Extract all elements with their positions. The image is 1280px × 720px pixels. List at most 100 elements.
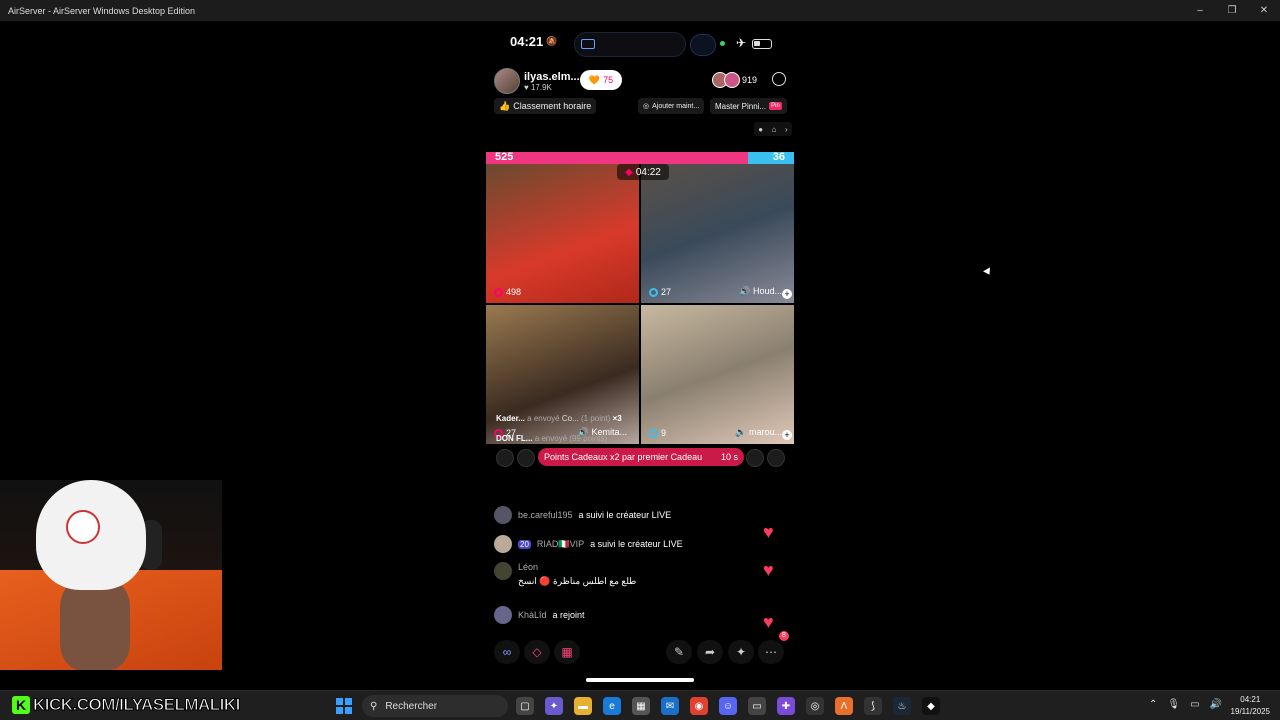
follow-button[interactable]: 🧡 75: [580, 70, 622, 90]
guest-tile[interactable]: 27 🔊 Houd... +: [641, 164, 794, 303]
home-icon: ⌂: [771, 124, 777, 134]
gift-detail: Co...: [561, 414, 579, 423]
chat-message[interactable]: Léon طلع مع اطلس مناظرة 🔴 انسخ: [494, 562, 636, 587]
search-icon: ⚲: [370, 700, 378, 712]
close-button[interactable]: ✕: [1248, 0, 1280, 21]
guest-tile[interactable]: 9 🔊 marou... +: [641, 305, 794, 444]
capcut-icon[interactable]: ◆: [922, 697, 940, 715]
bottom-toolbar: ∞ ◇ ▦ ✎ ➦ ✦ ⋯: [494, 640, 790, 664]
chat-user: be.careful195: [518, 510, 573, 520]
tile-score-value: 9: [661, 428, 667, 438]
chat-message[interactable]: be.careful195 a suivi le créateur LIVE: [494, 506, 671, 524]
screen-mirror-icon: [581, 39, 595, 49]
chat-user: Léon: [518, 562, 539, 572]
gifter-avatar[interactable]: [767, 449, 785, 467]
ranking-chip[interactable]: 👍 Classement horaire: [494, 98, 597, 114]
display-icon[interactable]: ▭: [1190, 699, 1199, 710]
chat-text: طلع مع اطلس مناظرة 🔴 انسخ: [518, 576, 637, 586]
host-name: ilyas.elm...: [524, 70, 580, 83]
follow-count: 75: [603, 75, 614, 85]
master-chip[interactable]: Master Pinni... Pin: [710, 98, 787, 114]
app2-icon[interactable]: ⟆: [864, 697, 882, 715]
steam-icon[interactable]: ♨: [893, 697, 911, 715]
clock-date: 19/11/2025: [1230, 707, 1270, 716]
plus-icon[interactable]: +: [782, 289, 792, 299]
home-indicator[interactable]: [586, 678, 694, 682]
gift-points: (1 point): [580, 414, 611, 423]
kick-logo: K: [12, 696, 30, 714]
tile-score: 27: [649, 287, 671, 297]
battle-icon[interactable]: ◇: [524, 640, 550, 664]
viewer-count[interactable]: 919: [712, 72, 757, 88]
more-icon[interactable]: ⋯: [758, 640, 784, 664]
link-icon[interactable]: ∞: [494, 640, 520, 664]
cap-logo: [66, 510, 100, 544]
copilot-icon[interactable]: ✦: [545, 697, 563, 715]
system-clock[interactable]: 04:21 19/11/2025: [1231, 694, 1270, 718]
gift-multiplier: ×3: [612, 414, 622, 423]
chevron-right-icon: ›: [785, 124, 788, 134]
utility-bar[interactable]: ● ⌂ ›: [754, 122, 792, 136]
tile-score: 9: [649, 428, 666, 438]
battle-timer-value: 04:22: [635, 166, 661, 178]
host-card[interactable]: ilyas.elm... ♥ 17.9K: [494, 68, 580, 94]
edge-icon[interactable]: e: [603, 697, 621, 715]
grid-icon[interactable]: ▦: [554, 640, 580, 664]
taskbar-search[interactable]: ⚲ Rechercher: [362, 695, 508, 717]
app-icon[interactable]: Λ: [835, 697, 853, 715]
window-titlebar: AirServer - AirServer Windows Desktop Ed…: [0, 0, 1280, 21]
magic-icon[interactable]: ✦: [728, 640, 754, 664]
tile-score-value: 498: [506, 287, 522, 297]
microphone-icon[interactable]: 🎙: [1167, 699, 1180, 710]
airplane-icon: ✈: [736, 36, 747, 50]
battery-icon: [752, 39, 772, 49]
tile-name: 🔊 marou...: [735, 427, 782, 437]
status-bar: 04:21 🔕: [510, 34, 557, 49]
battle-right-score: 36: [772, 151, 785, 163]
chat-user: KhàLîd: [518, 610, 547, 620]
gift-points: (99 points): [569, 434, 608, 443]
gifter-avatar[interactable]: [517, 449, 535, 467]
discord-icon[interactable]: ☺: [719, 697, 737, 715]
gift-line: DON FL... a envoyé (99 points): [496, 434, 607, 443]
volume-icon[interactable]: 🔊: [1210, 699, 1222, 710]
share-icon[interactable]: ➦: [697, 640, 723, 664]
file-explorer-icon[interactable]: ▬: [574, 697, 592, 715]
tile-name: 🔊 Houd...: [739, 286, 782, 296]
guest-tile[interactable]: 27 🔊 Kemita...: [486, 305, 639, 444]
hand-icon: 👍: [499, 100, 511, 111]
minimize-button[interactable]: –: [1184, 0, 1216, 21]
chevron-up-icon[interactable]: ⌃: [1149, 699, 1157, 710]
obs-icon[interactable]: ◎: [806, 697, 824, 715]
outlook-icon[interactable]: ✉: [661, 697, 679, 715]
promo-banner[interactable]: Points Cadeaux x2 par premier Cadeau 10 …: [538, 448, 744, 466]
comment-icon[interactable]: ✎: [666, 640, 692, 664]
heart-icon: ♥: [763, 612, 774, 632]
viewer-avatar: [724, 72, 740, 88]
airserver-icon[interactable]: ▭: [748, 697, 766, 715]
master-label: Master Pinni...: [715, 101, 767, 111]
host-avatar[interactable]: [494, 68, 520, 94]
gamepad-icon[interactable]: ✚: [777, 697, 795, 715]
gifter-avatar[interactable]: [496, 449, 514, 467]
windows-start-icon[interactable]: [336, 698, 352, 714]
task-view-icon[interactable]: ▢: [516, 697, 534, 715]
gifter-avatar[interactable]: [746, 449, 764, 467]
window-title: AirServer - AirServer Windows Desktop Ed…: [8, 5, 196, 16]
chat-text: a rejoint: [552, 610, 585, 620]
store-icon[interactable]: ▦: [632, 697, 650, 715]
battle-bar: 525 36: [486, 151, 794, 164]
plus-icon[interactable]: +: [782, 430, 792, 440]
clock-time: 04:21: [1240, 695, 1261, 704]
heart-icon: ♥: [763, 560, 774, 580]
maximize-button[interactable]: ❐: [1216, 0, 1248, 21]
add-chip[interactable]: ◎ Ajouter maint...: [638, 98, 705, 114]
tile-score: 498: [494, 287, 521, 297]
chrome-icon[interactable]: ◉: [690, 697, 708, 715]
chat-message[interactable]: KhàLîd a rejoint: [494, 606, 585, 624]
power-icon[interactable]: [772, 72, 786, 86]
phone-mirror: 04:21 🔕 ✈ ilyas.elm... ♥ 17.9K 🧡 75 919 …: [486, 30, 794, 690]
gift-user: Kader...: [496, 414, 525, 423]
guest-tile[interactable]: 498: [486, 164, 639, 303]
chat-message[interactable]: 20 RIAD🇮🇹VIP a suivi le créateur LIVE: [494, 535, 683, 553]
